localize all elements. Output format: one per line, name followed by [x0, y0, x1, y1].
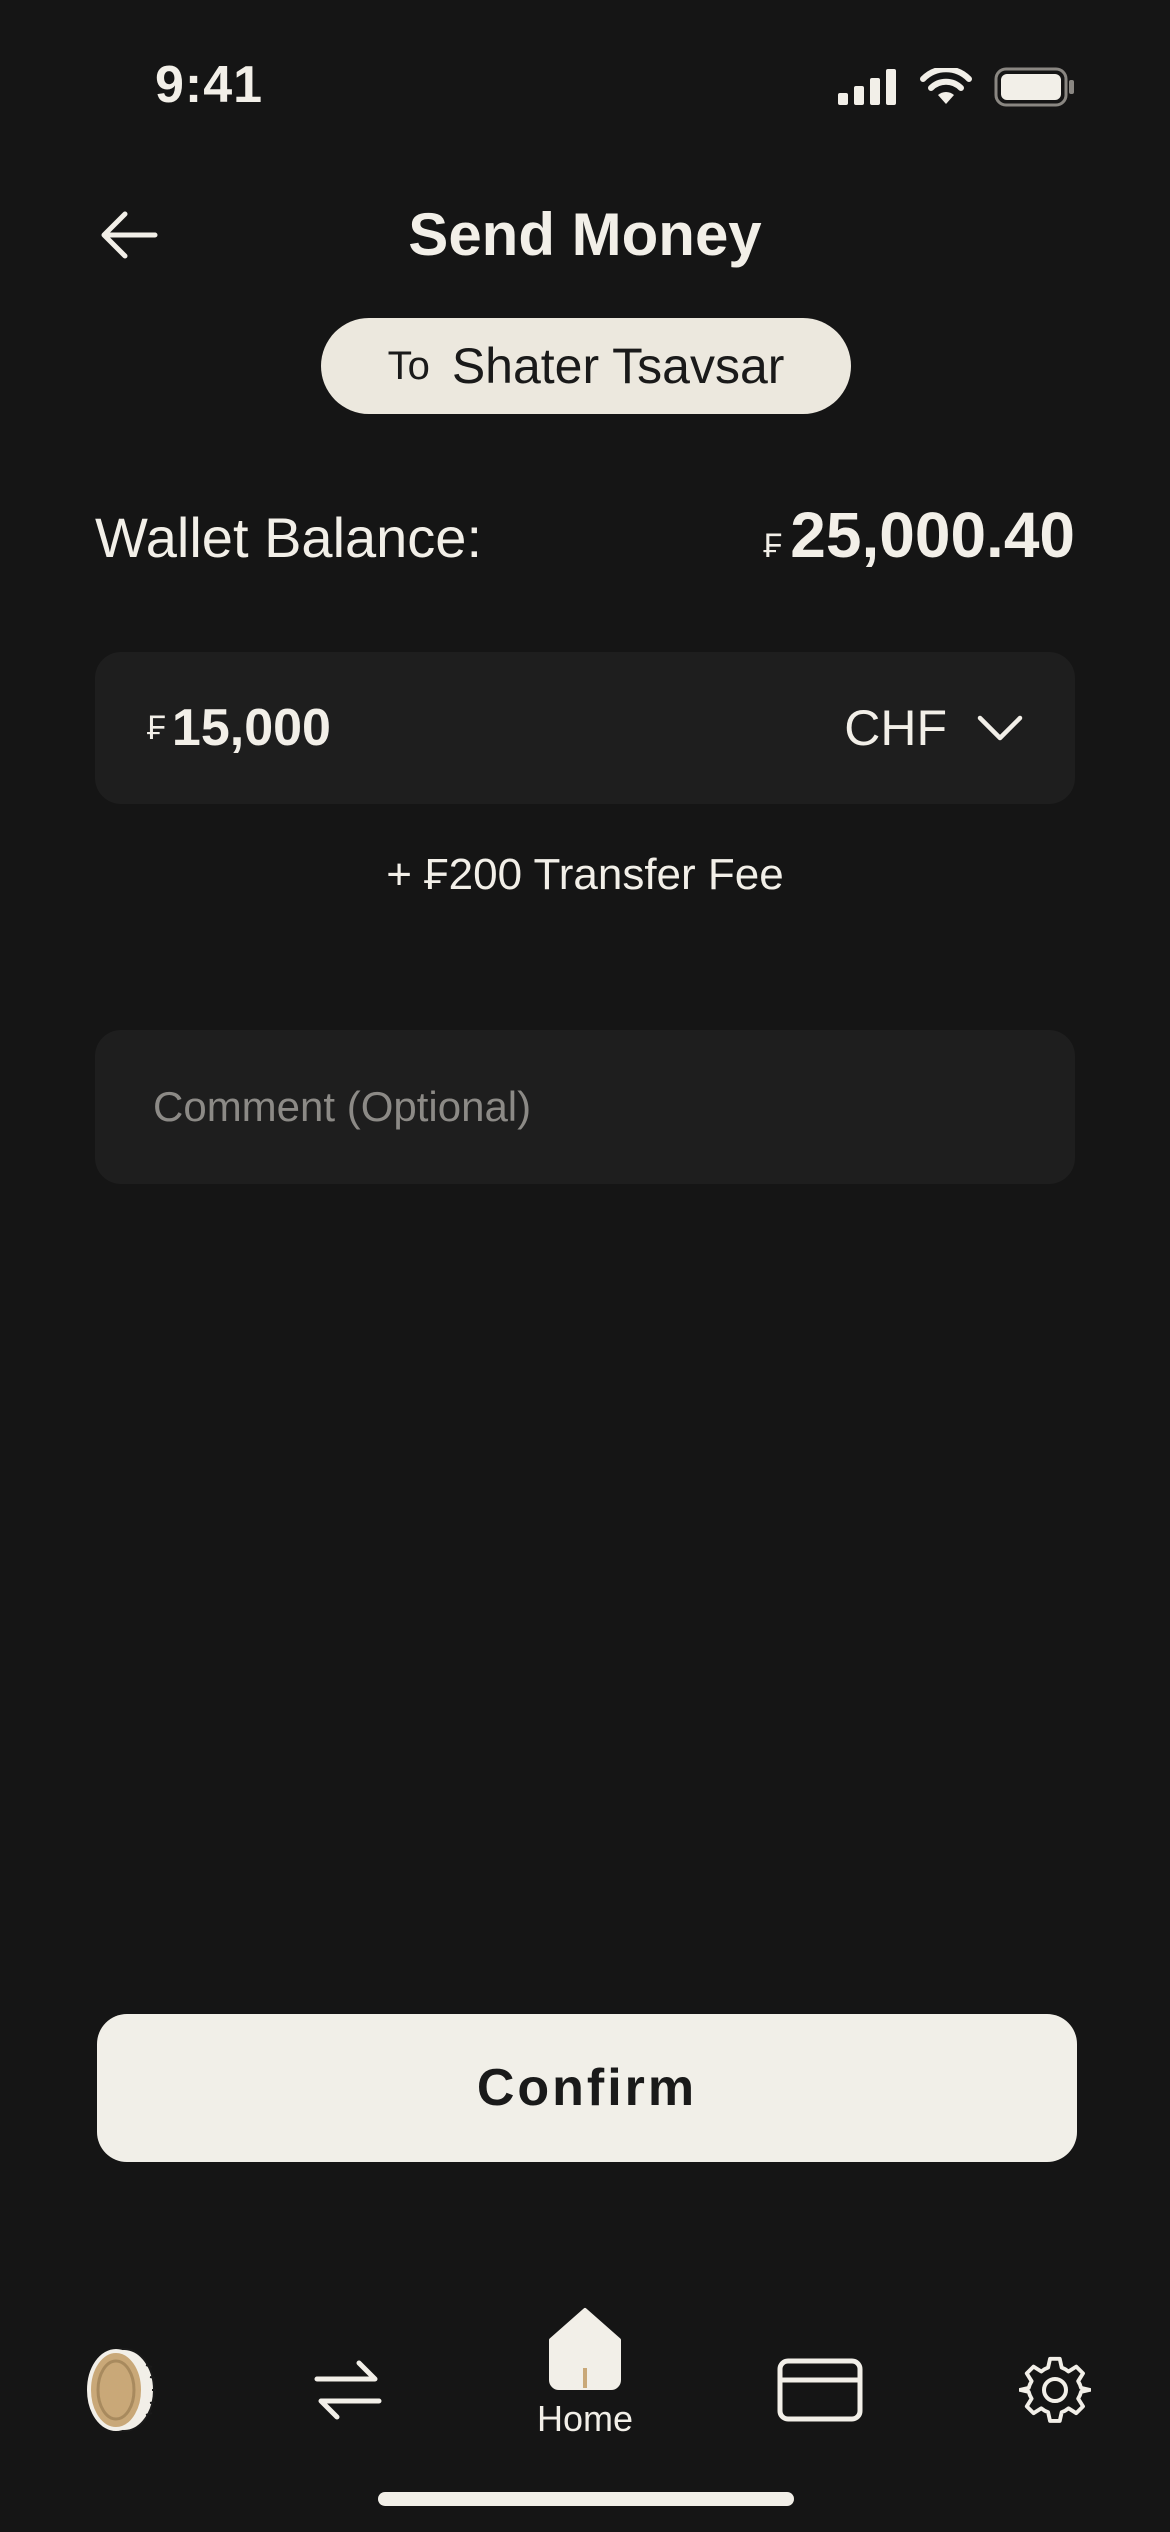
- amount-field[interactable]: ₣ 15,000 CHF: [95, 652, 1075, 804]
- currency-symbol: ₣: [147, 708, 166, 747]
- wallet-balance-value: 25,000.40: [790, 499, 1075, 571]
- status-time: 9:41: [155, 56, 264, 114]
- battery-icon: [994, 67, 1074, 107]
- home-icon: [549, 2308, 621, 2390]
- gear-icon: [1019, 2356, 1091, 2423]
- chevron-down-icon: [977, 715, 1023, 741]
- home-indicator: [378, 2492, 794, 2506]
- nav-home-label: Home: [536, 2398, 634, 2439]
- nav-coin[interactable]: [70, 2330, 170, 2450]
- wifi-icon: [920, 68, 972, 104]
- confirm-button[interactable]: Confirm: [97, 2014, 1077, 2162]
- comment-input[interactable]: [95, 1030, 1075, 1184]
- nav-home[interactable]: [535, 2300, 635, 2396]
- currency-select[interactable]: CHF: [844, 652, 1023, 804]
- amount-value: 15,000: [171, 699, 331, 757]
- currency-symbol: ₣: [763, 527, 783, 565]
- card-icon: [777, 2358, 863, 2422]
- currency-code: CHF: [844, 700, 947, 756]
- status-icons: [838, 62, 1076, 112]
- nav-transfer[interactable]: [298, 2330, 398, 2450]
- wallet-balance-amount: ₣ 25,000.40: [763, 498, 1075, 572]
- transfer-arrows-icon: [314, 2360, 382, 2420]
- recipient-name: Shater Tsavsar: [451, 338, 785, 394]
- nav-card[interactable]: [770, 2330, 870, 2450]
- recipient-prefix: To: [387, 343, 430, 388]
- amount-value-wrap: ₣ 15,000: [147, 652, 331, 804]
- transfer-fee-text: + ₣200 Transfer Fee: [386, 850, 784, 899]
- recipient-pill[interactable]: To Shater Tsavsar: [321, 318, 851, 414]
- wallet-balance-label: Wallet Balance:: [95, 506, 482, 569]
- coin-icon: [87, 2348, 156, 2432]
- page-title: Send Money: [408, 201, 762, 268]
- cellular-signal-icon: [838, 69, 896, 105]
- nav-settings[interactable]: [1005, 2330, 1105, 2450]
